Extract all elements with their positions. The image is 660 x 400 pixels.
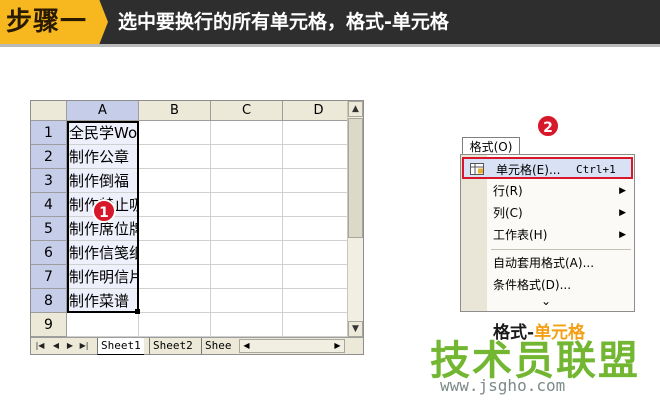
column-b-cells[interactable] — [139, 121, 211, 337]
menu-item-autoformat[interactable]: 自动套用格式(A)... — [461, 252, 634, 274]
row-header[interactable]: 7 — [31, 265, 67, 289]
last-sheet-icon[interactable]: ▶| — [77, 339, 91, 353]
menu-item-label: 工作表(H) — [493, 228, 548, 242]
menu-item-shortcut: Ctrl+1 — [576, 163, 616, 176]
scroll-thumb[interactable] — [348, 118, 363, 238]
row-header[interactable]: 6 — [31, 241, 67, 265]
format-cells-icon — [470, 163, 484, 175]
scroll-up-icon[interactable]: ▲ — [348, 101, 363, 117]
next-sheet-icon[interactable]: ▶ — [63, 339, 77, 353]
menu-item-cells[interactable]: 单元格(E)... Ctrl+1 — [462, 157, 633, 179]
menu-item-column[interactable]: 列(C) ▶ — [461, 202, 634, 224]
row-header[interactable]: 5 — [31, 217, 67, 241]
cell-a9[interactable] — [67, 313, 139, 337]
format-menu: 格式(O) 单元格(E)... Ctrl+1 行(R) ▶ 列(C) ▶ 工作表… — [460, 137, 635, 312]
banner-title: 选中要换行的所有单元格，格式-单元格 — [118, 11, 449, 33]
step-badge-2: 2 — [536, 114, 560, 138]
banner-divider — [0, 44, 660, 47]
column-header-b[interactable]: B — [139, 101, 211, 121]
sheet-tab-bar: |◀ ◀ ▶ ▶| Sheet1 Sheet2 Shee ◀ ▶ — [31, 337, 363, 355]
first-sheet-icon[interactable]: |◀ — [33, 339, 47, 353]
scroll-right-icon[interactable]: ▶ — [331, 340, 344, 352]
tab-sheet3[interactable]: Shee — [201, 338, 235, 354]
tab-sheet2[interactable]: Sheet2 — [149, 338, 196, 354]
format-menu-panel: 单元格(E)... Ctrl+1 行(R) ▶ 列(C) ▶ 工作表(H) ▶ … — [460, 154, 635, 312]
row-header[interactable]: 2 — [31, 145, 67, 169]
step-tag: 步骤一 — [0, 0, 108, 44]
column-c-cells[interactable] — [211, 121, 283, 337]
menu-item-worksheet[interactable]: 工作表(H) ▶ — [461, 224, 634, 246]
scroll-left-icon[interactable]: ◀ — [240, 340, 253, 352]
prev-sheet-icon[interactable]: ◀ — [49, 339, 63, 353]
scroll-down-icon[interactable]: ▼ — [348, 321, 363, 337]
menu-item-row[interactable]: 行(R) ▶ — [461, 180, 634, 202]
cell-a6[interactable]: 制作信笺纸 — [67, 241, 144, 265]
row-header[interactable]: 8 — [31, 289, 67, 313]
column-d-cells[interactable] — [283, 121, 347, 337]
fill-handle[interactable] — [135, 309, 140, 314]
row-header[interactable]: 1 — [31, 121, 67, 145]
submenu-arrow-icon: ▶ — [619, 186, 626, 196]
column-header-c[interactable]: C — [211, 101, 283, 121]
row-header[interactable]: 4 — [31, 193, 67, 217]
submenu-arrow-icon: ▶ — [619, 208, 626, 218]
menu-item-label: 行(R) — [493, 184, 523, 198]
spreadsheet-window: A B C D 1 2 3 4 5 6 7 8 9 全民学Word 制作公章 制… — [30, 100, 364, 355]
menu-item-label: 自动套用格式(A)... — [493, 256, 595, 270]
menu-separator — [491, 249, 631, 250]
menu-expand[interactable]: ⌄ — [461, 292, 634, 310]
cell-a1[interactable]: 全民学Word — [67, 121, 153, 145]
cell-a3[interactable]: 制作倒福 — [67, 169, 139, 193]
column-header-a[interactable]: A — [67, 101, 139, 121]
column-header-d[interactable]: D — [283, 101, 347, 121]
menu-item-label: 列(C) — [493, 206, 523, 220]
format-menu-title[interactable]: 格式(O) — [462, 137, 520, 155]
select-all-corner[interactable] — [31, 101, 67, 121]
vertical-scrollbar[interactable]: ▲ ▼ — [347, 101, 363, 337]
step-badge-1: 1 — [92, 199, 116, 223]
menu-item-label: 单元格(E)... — [496, 163, 561, 177]
cell-a8[interactable]: 制作菜谱 — [67, 289, 139, 313]
cell-a2[interactable]: 制作公章 — [67, 145, 139, 169]
row-header[interactable]: 3 — [31, 169, 67, 193]
header-banner: 步骤一 选中要换行的所有单元格，格式-单元格 — [0, 0, 660, 44]
cell-a7[interactable]: 制作明信片 — [67, 265, 144, 289]
horizontal-scrollbar[interactable]: ◀ ▶ — [239, 339, 345, 353]
expand-chevron-icon: ⌄ — [541, 294, 552, 308]
row-header[interactable]: 9 — [31, 313, 67, 337]
submenu-arrow-icon: ▶ — [619, 230, 626, 240]
tab-sheet1[interactable]: Sheet1 — [97, 338, 144, 355]
sheet-grid: A B C D 1 2 3 4 5 6 7 8 9 全民学Word 制作公章 制… — [31, 101, 347, 337]
site-url: www.jsgho.com — [440, 376, 566, 395]
